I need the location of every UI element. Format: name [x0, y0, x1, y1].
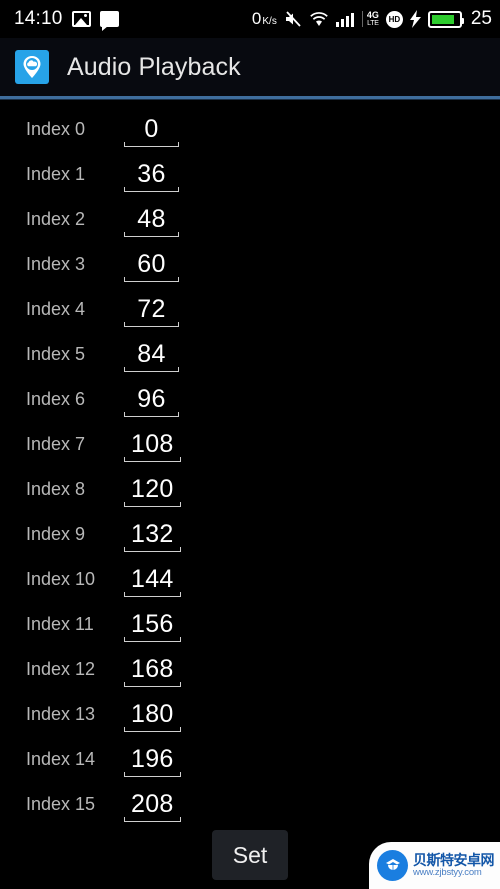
watermark: 贝斯特安卓网 www.zjbstyy.com [369, 842, 500, 889]
index-row: Index 13 180 [0, 692, 500, 737]
index-row: Index 12 168 [0, 647, 500, 692]
index-value-text: 120 [131, 475, 174, 503]
pin-cloud-icon [22, 55, 42, 79]
index-row-label: Index 12 [26, 659, 96, 679]
index-row-label: Index 14 [26, 749, 96, 769]
index-row: Index 2 48 [0, 197, 500, 242]
index-value-text: 60 [137, 250, 166, 278]
index-value-input[interactable]: 84 [124, 338, 179, 372]
watermark-site-name: 贝斯特安卓网 [413, 852, 495, 869]
watermark-site-url: www.zjbstyy.com [413, 866, 482, 878]
watermark-text: 贝斯特安卓网 www.zjbstyy.com [413, 852, 495, 878]
index-row-label: Index 8 [26, 479, 86, 499]
index-row: Index 11 156 [0, 602, 500, 647]
index-value-text: 168 [131, 655, 174, 683]
index-value-input[interactable]: 180 [124, 698, 181, 732]
index-value-input[interactable]: 120 [124, 473, 181, 507]
index-value-text: 156 [131, 610, 174, 638]
network-speed: 0 K/s [252, 9, 277, 29]
index-value-input[interactable]: 36 [124, 158, 179, 192]
app-logo-icon [15, 50, 49, 84]
app-bar: Audio Playback [0, 38, 500, 96]
network-speed-value: 0 [251, 9, 262, 28]
index-row-label: Index 2 [26, 209, 86, 229]
index-row-label: Index 6 [26, 389, 86, 409]
index-value-input[interactable]: 0 [124, 113, 179, 147]
watermark-logo-icon [377, 850, 408, 881]
index-value-input[interactable]: 196 [124, 743, 181, 777]
battery-icon [427, 10, 464, 28]
index-value-text: 180 [131, 700, 174, 728]
index-value-text: 48 [137, 205, 166, 233]
index-value-text: 36 [137, 160, 166, 188]
bolt-icon [409, 10, 421, 28]
index-row-label: Index 3 [26, 254, 86, 274]
index-row-label: Index 9 [26, 524, 86, 544]
index-row: Index 4 72 [0, 287, 500, 332]
index-row: Index 14 196 [0, 737, 500, 782]
network-speed-unit: K/s [262, 16, 277, 27]
status-bar-right: 0 K/s 4G LTE HD 25 [252, 8, 492, 30]
watermark-ears [422, 842, 445, 847]
image-icon [71, 11, 91, 27]
scroll-content[interactable]: Digital Gain Index 00Index 136Index 248I… [0, 96, 500, 889]
index-row: Index 3 60 [0, 242, 500, 287]
battery-percent: 25 [470, 8, 492, 29]
index-row-label: Index 10 [26, 569, 96, 589]
index-row: Index 1 36 [0, 152, 500, 197]
index-row-label: Index 4 [26, 299, 86, 319]
page-title: Audio Playback [67, 52, 241, 81]
index-row: Index 15 208 [0, 782, 500, 827]
set-button[interactable]: Set [212, 830, 288, 880]
index-row-label: Index 5 [26, 344, 86, 364]
index-row: Index 6 96 [0, 377, 500, 422]
index-row-label: Index 11 [26, 614, 94, 634]
phone-screen: 14:10 0 K/s 4G LTE HD 25 Audio Playback … [0, 0, 500, 889]
index-row: Index 9 132 [0, 512, 500, 557]
index-row: Index 8 120 [0, 467, 500, 512]
network-type-icon: 4G LTE [361, 10, 379, 27]
signal-bars-icon [335, 11, 354, 27]
status-clock: 14:10 [14, 8, 63, 29]
sms-icon [99, 11, 119, 31]
index-value-text: 96 [137, 385, 166, 413]
index-row-label: Index 1 [26, 164, 86, 184]
index-row-label: Index 15 [26, 794, 96, 814]
network-type-secondary: LTE [367, 20, 379, 27]
index-value-text: 0 [144, 115, 159, 143]
index-value-input[interactable]: 208 [124, 788, 181, 822]
index-value-text: 84 [137, 340, 166, 368]
wifi-icon [309, 11, 329, 27]
index-value-text: 144 [131, 565, 174, 593]
index-row: Index 5 84 [0, 332, 500, 377]
index-value-input[interactable]: 132 [124, 518, 181, 552]
index-value-input[interactable]: 48 [124, 203, 179, 237]
index-row: Index 7 108 [0, 422, 500, 467]
index-value-input[interactable]: 96 [124, 383, 179, 417]
index-value-text: 108 [131, 430, 174, 458]
index-value-input[interactable]: 144 [124, 563, 181, 597]
network-type-primary: 4G [366, 10, 379, 20]
index-row: Index 10 144 [0, 557, 500, 602]
index-value-input[interactable]: 108 [124, 428, 181, 462]
index-value-text: 208 [131, 790, 174, 818]
index-value-input[interactable]: 168 [124, 653, 181, 687]
status-bar-left: 14:10 [14, 8, 119, 31]
index-value-input[interactable]: 60 [124, 248, 179, 282]
mute-icon [284, 10, 302, 28]
index-row-label: Index 0 [26, 119, 86, 139]
index-value-text: 132 [131, 520, 174, 548]
hd-icon: HD [385, 10, 403, 28]
index-list: Index 0 0 Index 1 36 Index 2 48 Index 3 60 Index… [0, 107, 500, 827]
index-row-label: Index 7 [26, 434, 86, 454]
index-value-text: 72 [137, 295, 166, 323]
status-bar: 14:10 0 K/s 4G LTE HD 25 [0, 0, 500, 38]
index-value-input[interactable]: 156 [124, 608, 181, 642]
section-divider [0, 96, 500, 100]
index-value-text: 196 [131, 745, 174, 773]
index-value-input[interactable]: 72 [124, 293, 179, 327]
index-row-label: Index 13 [26, 704, 96, 724]
index-row: Index 0 0 [0, 107, 500, 152]
